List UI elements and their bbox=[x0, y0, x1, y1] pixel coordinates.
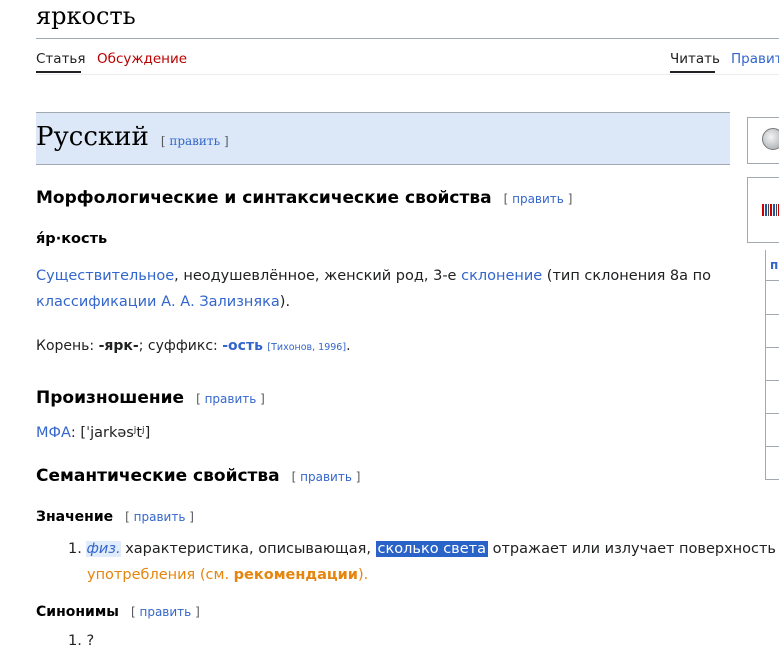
pos-link[interactable]: Существительное bbox=[36, 268, 174, 284]
ipa-sep: : [ bbox=[70, 425, 87, 441]
ipa-transcription: ˈjarkəsʲtʲ bbox=[86, 425, 145, 441]
recommendations-link[interactable]: рекомендации bbox=[234, 567, 358, 583]
zaliznyak-link[interactable]: классификации А. А. Зализняка bbox=[36, 294, 280, 310]
table-row bbox=[766, 347, 779, 348]
edit-section-link: [ править ] bbox=[291, 470, 361, 484]
definition-item: 1. физ. характеристика, описывающая, ско… bbox=[68, 536, 779, 562]
page-title: яркость bbox=[36, 2, 136, 30]
section-semantics-title: Семантические свойства bbox=[36, 466, 280, 486]
table-row bbox=[766, 479, 779, 480]
tab-talk[interactable]: Обсуждение bbox=[97, 51, 187, 67]
section-meaning: Значение [ править ] bbox=[36, 509, 194, 525]
source-link[interactable]: [Тихонов, 1996] bbox=[267, 342, 346, 353]
declension-table: п bbox=[765, 250, 779, 480]
zaliznyak-end: ). bbox=[279, 294, 291, 310]
section-semantics: Семантические свойства [ править ] bbox=[36, 466, 360, 486]
tabs-divider bbox=[36, 74, 779, 75]
pos-text: , неодушевлённое, женский род, 3-е bbox=[174, 268, 462, 284]
declension-link[interactable]: склонение bbox=[461, 268, 542, 284]
wikipedia-globe-icon bbox=[762, 128, 779, 150]
declension-text: (тип склонения 8a по bbox=[542, 268, 712, 284]
edit-section-link: [ править ] bbox=[130, 605, 200, 619]
table-row bbox=[766, 413, 779, 414]
suffix-link[interactable]: -ость bbox=[222, 338, 263, 354]
tab-read[interactable]: Читать bbox=[670, 51, 720, 67]
section-pronunciation: Произношение [ править ] bbox=[36, 388, 265, 408]
section-synonyms-title: Синонимы bbox=[36, 604, 119, 620]
section-synonyms: Синонимы [ править ] bbox=[36, 604, 200, 620]
usage-note-end: ). bbox=[357, 567, 369, 583]
title-divider bbox=[36, 38, 779, 39]
edit-link[interactable]: править bbox=[169, 134, 220, 148]
hyphenation: я́р·кость bbox=[36, 231, 108, 247]
usage-note: употребления (см. bbox=[87, 567, 234, 583]
section-pronunciation-title: Произношение bbox=[36, 388, 185, 408]
edit-section-link: [ править ] bbox=[503, 192, 573, 206]
selected-text[interactable]: сколько света bbox=[375, 541, 488, 557]
edit-section-link: [ править ] bbox=[125, 510, 194, 524]
synonym-text: ? bbox=[86, 633, 95, 649]
edit-link[interactable]: править bbox=[134, 510, 186, 524]
table-row bbox=[766, 314, 779, 315]
edit-link[interactable]: править bbox=[205, 392, 257, 406]
morpheme-line: Корень: -ярк-; суффикс: -ость [Тихонов, … bbox=[36, 333, 351, 361]
pos-line-2: классификации А. А. Зализняка). bbox=[36, 289, 290, 315]
wikipedia-link-box[interactable] bbox=[747, 117, 779, 164]
definition-number: 1. bbox=[68, 541, 82, 557]
tab-article[interactable]: Статья bbox=[36, 51, 86, 67]
field-label-link[interactable]: физ. bbox=[86, 541, 121, 557]
tab-edit[interactable]: Правит bbox=[731, 51, 779, 67]
edit-link[interactable]: править bbox=[300, 470, 352, 484]
definition-text: характеристика, описывающая, bbox=[120, 541, 376, 557]
section-morphology-title: Морфологические и синтаксические свойств… bbox=[36, 188, 492, 208]
language-title: Русский bbox=[36, 122, 149, 152]
synonym-item: 1. ? bbox=[68, 628, 94, 654]
edit-section-link: [ править ] bbox=[160, 134, 229, 148]
table-row bbox=[766, 280, 779, 281]
pos-line: Существительное, неодушевлённое, женский… bbox=[36, 263, 711, 289]
suffix-label: ; суффикс: bbox=[138, 338, 223, 354]
ipa-end: ] bbox=[144, 425, 151, 441]
ipa-link[interactable]: МФА bbox=[36, 425, 71, 441]
edit-section-link: [ править ] bbox=[196, 392, 265, 406]
root: -ярк- bbox=[98, 338, 139, 354]
definition-text-after: отражает или излучает поверхность ◆ bbox=[487, 541, 779, 557]
edit-link[interactable]: править bbox=[512, 192, 564, 206]
language-heading: Русский [ править ] bbox=[36, 122, 229, 152]
root-label: Корень: bbox=[36, 338, 99, 354]
barcode-icon bbox=[762, 204, 779, 216]
table-row bbox=[766, 446, 779, 447]
table-row bbox=[766, 380, 779, 381]
tab-article-underline bbox=[36, 71, 81, 73]
language-header: Русский [ править ] bbox=[36, 112, 730, 165]
edit-link[interactable]: править bbox=[139, 605, 191, 619]
declension-table-header: п bbox=[770, 258, 779, 272]
section-morphology: Морфологические и синтаксические свойств… bbox=[36, 188, 572, 208]
definition-item-cont: употребления (см. рекомендации). bbox=[87, 562, 368, 588]
ipa-line: МФА: [ˈjarkəsʲtʲ] bbox=[36, 420, 150, 446]
morpheme-end: . bbox=[346, 338, 351, 354]
synonym-number: 1. bbox=[68, 633, 82, 649]
tab-read-underline bbox=[670, 71, 715, 73]
section-meaning-title: Значение bbox=[36, 509, 114, 525]
barcode-box bbox=[747, 177, 779, 243]
